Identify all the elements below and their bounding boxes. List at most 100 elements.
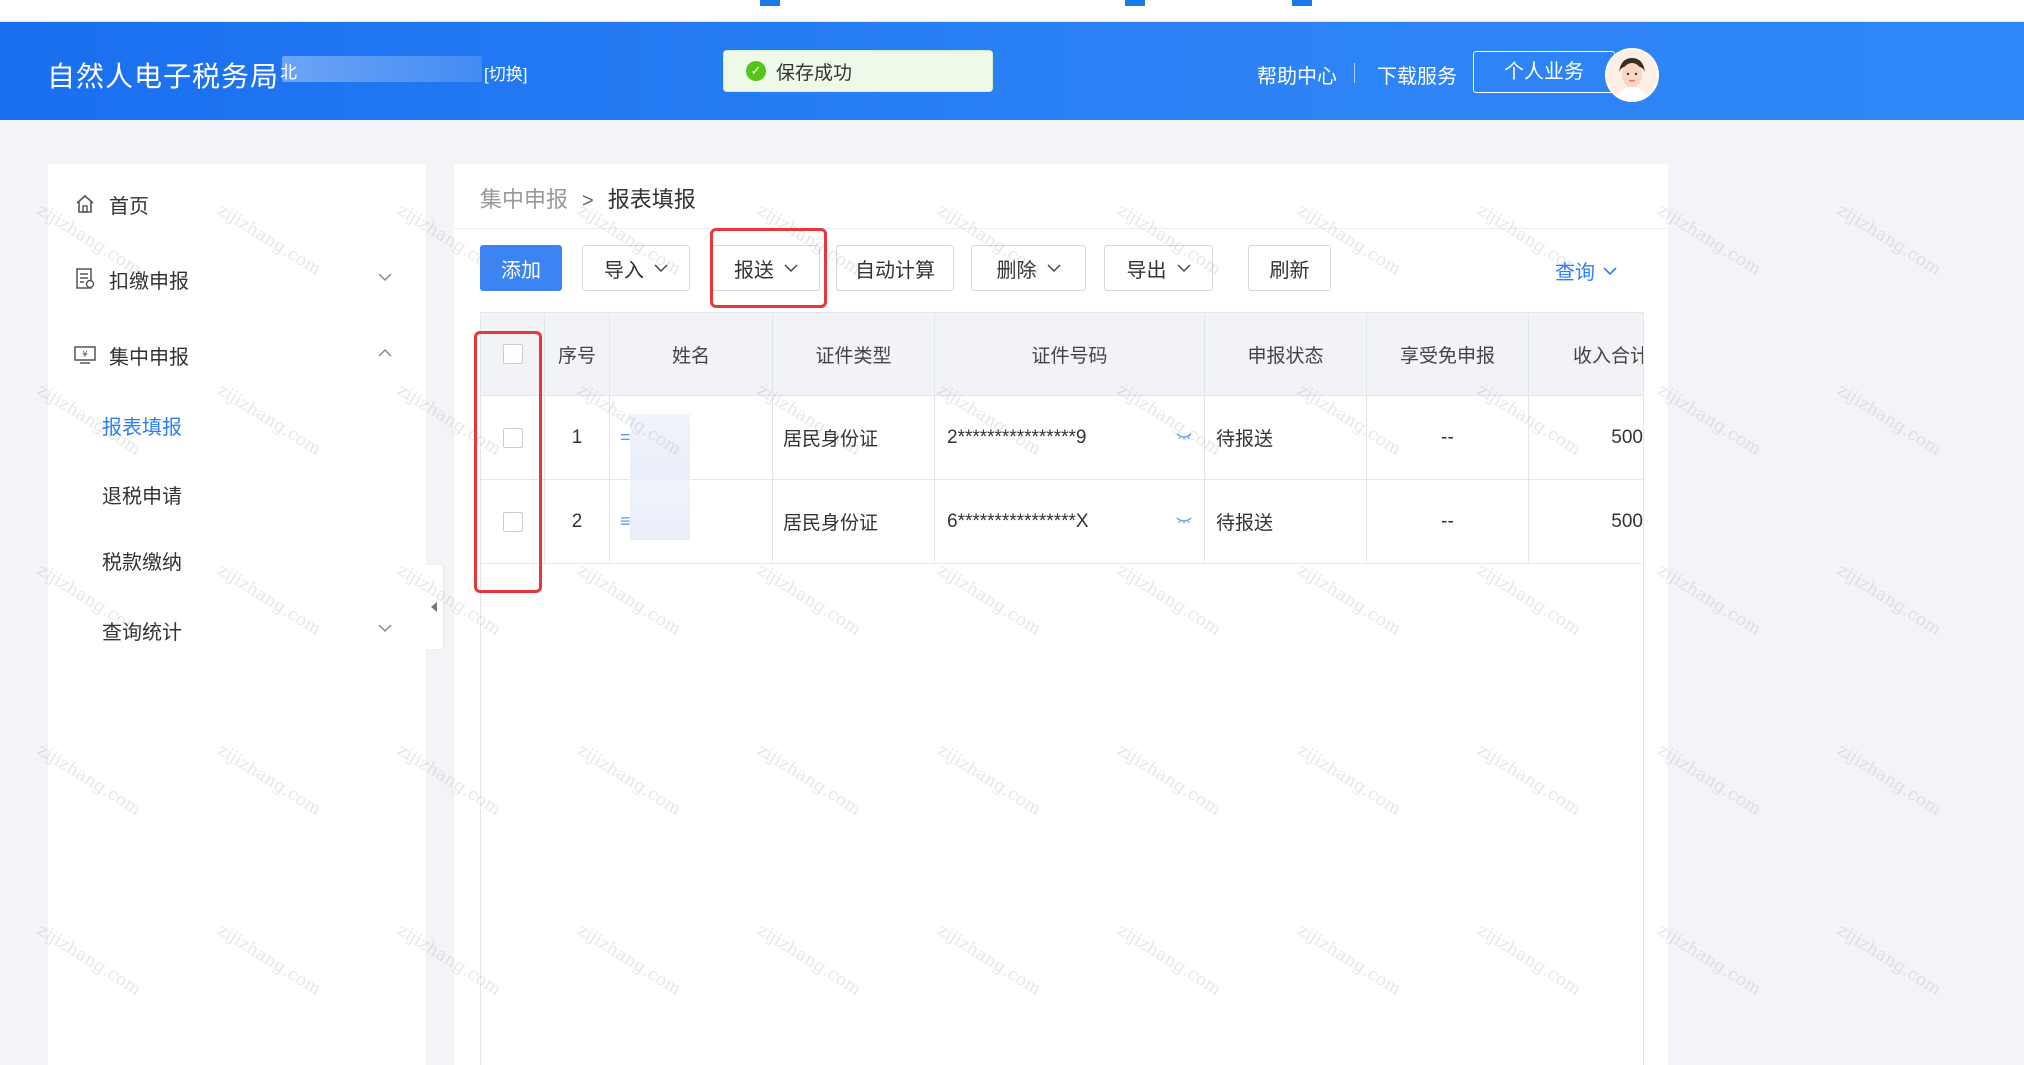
personal-business-button[interactable]: 个人业务 bbox=[1473, 51, 1615, 93]
sidebar-item-withholding[interactable]: 扣缴申报 bbox=[48, 251, 426, 307]
id-number-text: 2****************9 bbox=[947, 426, 1087, 448]
bookmark-icon[interactable] bbox=[760, 0, 780, 6]
chevron-down-icon bbox=[1046, 264, 1061, 273]
document-icon bbox=[74, 268, 96, 290]
row-index: 1 bbox=[545, 396, 610, 479]
button-label: 刷新 bbox=[1269, 259, 1310, 282]
import-dropdown-button[interactable]: 导入 bbox=[582, 245, 690, 291]
user-avatar[interactable] bbox=[1605, 48, 1659, 102]
help-center-link[interactable]: 帮助中心 bbox=[1257, 60, 1337, 89]
chevron-down-icon bbox=[1603, 266, 1617, 275]
chevron-up-icon bbox=[378, 345, 392, 363]
sidebar-item-centralized[interactable]: ¥ 集中申报 bbox=[48, 327, 426, 383]
watermark-text: zijizhang.com bbox=[1653, 380, 1765, 460]
breadcrumb-current: 报表填报 bbox=[607, 187, 696, 212]
highlight-checkboxes bbox=[474, 331, 542, 593]
switch-link[interactable]: [切换] bbox=[484, 60, 527, 85]
status-cell: 待报送 bbox=[1205, 480, 1367, 563]
name-cell[interactable]: = bbox=[610, 396, 773, 480]
button-label: 删除 bbox=[996, 259, 1037, 282]
highlight-submit bbox=[710, 228, 827, 308]
refresh-button[interactable]: 刷新 bbox=[1248, 245, 1331, 291]
query-toggle[interactable]: 查询 bbox=[1555, 256, 1617, 285]
svg-text:¥: ¥ bbox=[82, 350, 88, 360]
watermark-text: zijizhang.com bbox=[1653, 560, 1765, 640]
toast-message: 保存成功 bbox=[776, 62, 853, 84]
bookmark-icon[interactable] bbox=[1292, 0, 1312, 6]
column-header: 姓名 bbox=[610, 313, 773, 395]
column-header: 申报状态 bbox=[1205, 313, 1367, 395]
column-header: 序号 bbox=[545, 313, 610, 395]
site-title: 自然人电子税务局 bbox=[47, 61, 280, 92]
button-label: 导入 bbox=[604, 259, 644, 282]
query-label: 查询 bbox=[1555, 262, 1595, 284]
status-cell: 待报送 bbox=[1205, 396, 1367, 479]
sidebar-subitem-tax-refund[interactable]: 退税申请 bbox=[102, 480, 182, 509]
row-index: 2 bbox=[545, 480, 610, 563]
column-header: 收入合计 bbox=[1573, 345, 1644, 367]
region-name: 北 bbox=[280, 63, 297, 82]
name-text: = bbox=[620, 427, 631, 447]
yuan-monitor-icon: ¥ bbox=[74, 344, 96, 366]
chevron-down-icon bbox=[654, 264, 668, 273]
sidebar-item-label: 集中申报 bbox=[109, 346, 189, 369]
sidebar-item-statistics[interactable]: 查询统计 bbox=[48, 602, 426, 658]
table-row[interactable]: 2 ≡ 居民身份证 6****************X 待报送 -- 500 bbox=[481, 480, 1643, 564]
id-number-cell: 6****************X bbox=[935, 480, 1205, 563]
id-number-text: 6****************X bbox=[947, 510, 1089, 532]
exempt-cell: -- bbox=[1367, 396, 1529, 479]
delete-dropdown-button[interactable]: 删除 bbox=[971, 245, 1086, 291]
home-icon bbox=[74, 193, 96, 215]
breadcrumb-parent[interactable]: 集中申报 bbox=[480, 187, 568, 212]
button-label: 自动计算 bbox=[855, 259, 935, 282]
breadcrumb: 集中申报 > 报表填报 bbox=[480, 182, 696, 214]
sidebar-collapse-toggle[interactable] bbox=[425, 565, 443, 649]
export-dropdown-button[interactable]: 导出 bbox=[1104, 245, 1213, 291]
sidebar-item-label: 首页 bbox=[109, 195, 149, 218]
button-label: 导出 bbox=[1126, 259, 1167, 282]
column-header: 证件类型 bbox=[773, 313, 935, 395]
eye-closed-icon[interactable] bbox=[1176, 432, 1192, 440]
watermark-text: zijizhang.com bbox=[1653, 200, 1765, 280]
chevron-down-icon bbox=[378, 620, 392, 638]
bookmark-icon[interactable] bbox=[1125, 0, 1145, 6]
caret-left-icon bbox=[431, 602, 437, 612]
eye-closed-icon[interactable] bbox=[1176, 516, 1192, 524]
add-button[interactable]: 添加 bbox=[480, 245, 562, 291]
id-type-cell: 居民身份证 bbox=[773, 396, 935, 479]
watermark-text: zijizhang.com bbox=[1653, 920, 1765, 1000]
name-cell[interactable]: ≡ bbox=[610, 480, 773, 563]
watermark-text: zijizhang.com bbox=[1833, 740, 1945, 820]
divider bbox=[454, 228, 1668, 229]
redacted-region: 北 bbox=[280, 56, 482, 82]
avatar-icon bbox=[1607, 50, 1657, 100]
watermark-text: zijizhang.com bbox=[1833, 560, 1945, 640]
download-service-link[interactable]: 下载服务 bbox=[1377, 60, 1457, 89]
sidebar-subitem-tax-payment[interactable]: 税款缴纳 bbox=[102, 546, 182, 575]
income-cell: 500 bbox=[1611, 510, 1643, 532]
sidebar-subitem-report-filling[interactable]: 报表填报 bbox=[102, 411, 182, 440]
watermark-text: zijizhang.com bbox=[1653, 740, 1765, 820]
chevron-down-icon bbox=[1176, 264, 1191, 273]
redacted-name bbox=[630, 480, 690, 540]
income-cell: 500 bbox=[1611, 426, 1643, 448]
watermark-text: zijizhang.com bbox=[1833, 380, 1945, 460]
success-toast: ✓ 保存成功 bbox=[723, 50, 993, 92]
redacted-name bbox=[630, 414, 690, 480]
auto-calculate-button[interactable]: 自动计算 bbox=[836, 245, 954, 291]
header-divider bbox=[1354, 63, 1355, 83]
sidebar-item-label: 扣缴申报 bbox=[109, 270, 189, 293]
column-header: 证件号码 bbox=[935, 313, 1205, 395]
watermark-text: zijizhang.com bbox=[1833, 920, 1945, 1000]
breadcrumb-separator: > bbox=[582, 190, 594, 212]
exempt-cell: -- bbox=[1367, 480, 1529, 563]
name-text: ≡ bbox=[620, 511, 631, 531]
table-header: 序号 姓名 证件类型 证件号码 申报状态 享受免申报 收入合计 bbox=[481, 312, 1644, 396]
top-header: 自然人电子税务局 北 [切换] ✓ 保存成功 帮助中心 下载服务 个人业务 bbox=[0, 22, 2024, 120]
column-header: 享受免申报 bbox=[1367, 313, 1529, 395]
table-row[interactable]: 1 = 居民身份证 2****************9 待报送 -- 500 bbox=[481, 396, 1643, 480]
id-type-cell: 居民身份证 bbox=[773, 480, 935, 563]
main-panel: 集中申报>报表填报 添加 导入 报送 自动计算 删除 导出 刷新 查询 序号 bbox=[454, 164, 1668, 1065]
sidebar-nav: 首页 扣缴申报 ¥ 集中申报 报表填报 退税申请 税款缴纳 查询统计 bbox=[48, 164, 426, 1065]
sidebar-item-home[interactable]: 首页 bbox=[48, 176, 426, 232]
